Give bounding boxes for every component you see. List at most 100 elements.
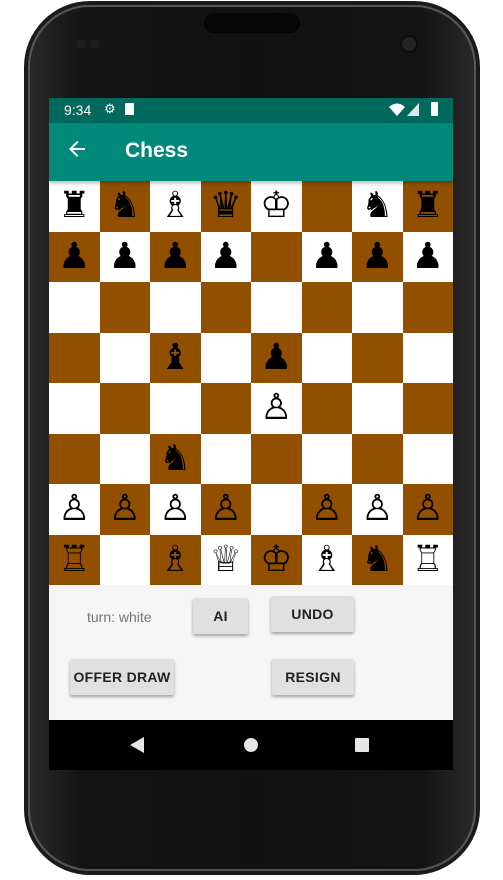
chess-board[interactable]: ♜ ♞ ♗ ♛ ♔ ♞ ♜ ♟ ♟ ♟ ♟ ♟ ♟ ♟ ♝ ♟ ♙ ♞ ♙ ♙ ♙ ♙ ♙ ♙ ♙ ♖ ♗ ♕ ♔ ♗ ♞ ♖ — [49, 181, 453, 585]
board-square[interactable] — [301, 282, 352, 333]
chess-piece[interactable]: ♙ — [361, 491, 393, 527]
board-square[interactable]: ♙ — [402, 484, 453, 535]
board-square[interactable] — [301, 332, 352, 383]
board-square[interactable] — [49, 383, 100, 434]
board-square[interactable] — [200, 433, 251, 484]
board-square[interactable] — [402, 332, 453, 383]
nav-recents-icon[interactable] — [355, 738, 369, 752]
chess-piece[interactable]: ♙ — [260, 390, 292, 426]
board-square[interactable]: ♙ — [150, 484, 201, 535]
board-square[interactable] — [99, 534, 150, 585]
board-square[interactable]: ♟ — [150, 231, 201, 282]
board-square[interactable] — [251, 433, 302, 484]
chess-piece[interactable]: ♟ — [159, 238, 191, 275]
board-square[interactable]: ♙ — [200, 484, 251, 535]
board-square[interactable] — [99, 282, 150, 333]
board-square[interactable]: ♕ — [200, 534, 251, 585]
chess-piece[interactable]: ♛ — [210, 188, 242, 224]
board-square[interactable]: ♟ — [402, 231, 453, 282]
board-square[interactable] — [200, 332, 251, 383]
chess-piece[interactable]: ♟ — [109, 238, 141, 275]
board-square[interactable]: ♙ — [99, 484, 150, 535]
board-square[interactable]: ♛ — [200, 181, 251, 232]
board-square[interactable]: ♙ — [301, 484, 352, 535]
board-square[interactable] — [402, 282, 453, 333]
board-square[interactable] — [99, 383, 150, 434]
chess-piece[interactable]: ♜ — [58, 188, 90, 224]
ai-button[interactable]: AI — [193, 598, 248, 634]
offer-draw-button[interactable]: OFFER DRAW — [70, 659, 174, 695]
board-square[interactable]: ♟ — [200, 231, 251, 282]
board-square[interactable]: ♔ — [251, 181, 302, 232]
board-square[interactable]: ♖ — [402, 534, 453, 585]
chess-piece[interactable]: ♟ — [412, 238, 444, 275]
board-square[interactable]: ♞ — [150, 433, 201, 484]
chess-piece[interactable]: ♟ — [361, 238, 393, 275]
board-square[interactable]: ♗ — [301, 534, 352, 585]
board-square[interactable]: ♜ — [49, 181, 100, 232]
board-square[interactable]: ♟ — [49, 231, 100, 282]
chess-piece[interactable]: ♞ — [109, 188, 141, 224]
board-square[interactable]: ♟ — [99, 231, 150, 282]
chess-piece[interactable]: ♟ — [58, 238, 90, 275]
board-square[interactable]: ♝ — [150, 332, 201, 383]
chess-piece[interactable]: ♟ — [210, 238, 242, 275]
chess-piece[interactable]: ♙ — [412, 491, 444, 527]
board-square[interactable]: ♞ — [352, 181, 403, 232]
board-square[interactable] — [301, 181, 352, 232]
arrow-back-icon[interactable] — [65, 137, 93, 165]
board-square[interactable] — [352, 282, 403, 333]
board-square[interactable] — [301, 383, 352, 434]
board-square[interactable]: ♞ — [99, 181, 150, 232]
chess-piece[interactable]: ♝ — [159, 339, 191, 376]
chess-piece[interactable]: ♙ — [311, 491, 343, 527]
resign-button[interactable]: RESIGN — [272, 659, 354, 695]
chess-piece[interactable]: ♖ — [412, 541, 444, 578]
chess-piece[interactable]: ♗ — [159, 541, 191, 578]
chess-piece[interactable]: ♞ — [159, 440, 191, 477]
board-square[interactable] — [352, 332, 403, 383]
board-square[interactable]: ♟ — [301, 231, 352, 282]
board-square[interactable] — [150, 383, 201, 434]
chess-piece[interactable]: ♖ — [58, 541, 90, 578]
chess-piece[interactable]: ♔ — [260, 541, 292, 578]
board-square[interactable]: ♙ — [49, 484, 100, 535]
board-square[interactable] — [99, 433, 150, 484]
chess-piece[interactable]: ♙ — [58, 491, 90, 527]
nav-home-icon[interactable] — [244, 738, 258, 752]
board-square[interactable] — [200, 282, 251, 333]
chess-piece[interactable]: ♕ — [210, 541, 242, 578]
chess-piece[interactable]: ♙ — [109, 491, 141, 527]
chess-piece[interactable]: ♔ — [260, 188, 292, 224]
board-square[interactable] — [49, 282, 100, 333]
board-square[interactable]: ♖ — [49, 534, 100, 585]
chess-piece[interactable]: ♞ — [361, 188, 393, 224]
chess-piece[interactable]: ♗ — [159, 188, 191, 224]
chess-piece[interactable]: ♙ — [210, 491, 242, 527]
board-square[interactable] — [251, 231, 302, 282]
board-square[interactable]: ♙ — [352, 484, 403, 535]
board-square[interactable] — [150, 282, 201, 333]
board-square[interactable]: ♔ — [251, 534, 302, 585]
board-square[interactable] — [352, 383, 403, 434]
board-square[interactable]: ♗ — [150, 181, 201, 232]
board-square[interactable]: ♞ — [352, 534, 403, 585]
chess-piece[interactable]: ♗ — [311, 541, 343, 578]
board-square[interactable] — [99, 332, 150, 383]
board-square[interactable]: ♙ — [251, 383, 302, 434]
chess-piece[interactable]: ♟ — [311, 238, 343, 275]
chess-piece[interactable]: ♞ — [361, 541, 393, 578]
board-square[interactable] — [402, 433, 453, 484]
undo-button[interactable]: UNDO — [271, 596, 354, 632]
board-square[interactable]: ♟ — [251, 332, 302, 383]
board-square[interactable] — [251, 484, 302, 535]
board-square[interactable]: ♜ — [402, 181, 453, 232]
board-square[interactable] — [301, 433, 352, 484]
board-square[interactable]: ♗ — [150, 534, 201, 585]
board-square[interactable]: ♟ — [352, 231, 403, 282]
chess-piece[interactable]: ♜ — [412, 188, 444, 224]
board-square[interactable] — [352, 433, 403, 484]
board-square[interactable] — [402, 383, 453, 434]
nav-back-icon[interactable] — [130, 737, 144, 753]
board-square[interactable] — [49, 433, 100, 484]
